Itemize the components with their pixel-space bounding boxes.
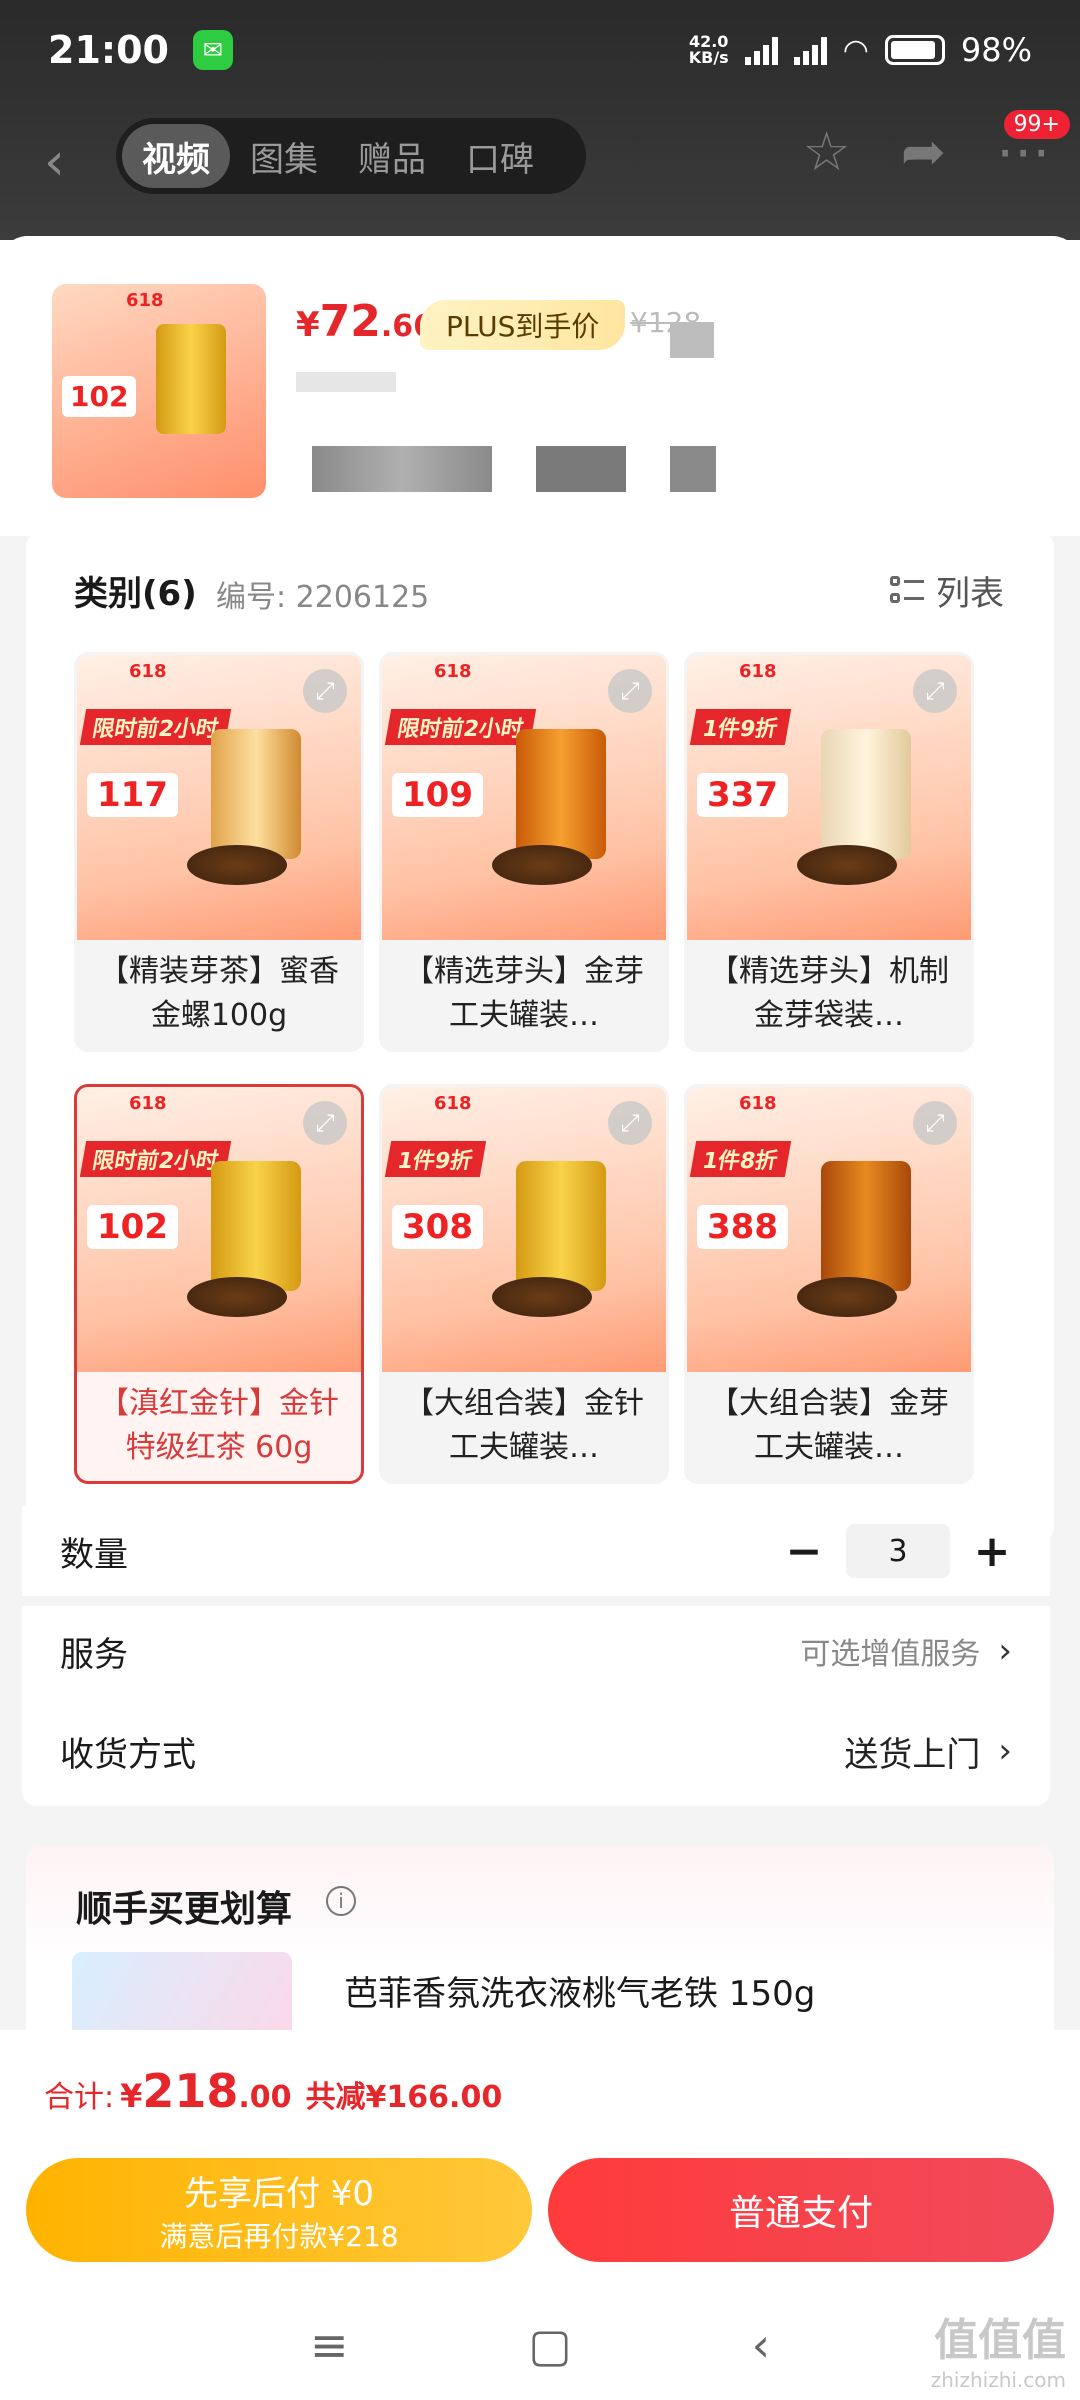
zoom-icon[interactable]: ⤢ bbox=[608, 669, 652, 713]
wifi-icon: ◠ bbox=[842, 32, 869, 68]
redacted-block bbox=[670, 446, 716, 492]
promo-618-tag: 618 bbox=[126, 290, 164, 311]
quantity-input[interactable]: 3 bbox=[846, 1524, 950, 1578]
tab-reviews[interactable]: 口碑 bbox=[446, 124, 554, 188]
system-nav-bar: ≡ ▢ ‹ bbox=[0, 2290, 1080, 2400]
variant-name: 【大组合装】金针工夫罐装… bbox=[404, 1386, 644, 1465]
favorite-star-icon[interactable]: ☆ bbox=[802, 120, 850, 183]
product-can-image bbox=[211, 729, 301, 859]
list-view-toggle[interactable]: 列表 bbox=[890, 566, 1004, 615]
signal-icon bbox=[744, 35, 778, 65]
redacted-block bbox=[536, 446, 626, 492]
share-icon[interactable]: ➦ bbox=[901, 120, 946, 183]
delivery-label: 收货方式 bbox=[60, 1734, 196, 1775]
order-total: 合计: ¥218.00 共减¥166.00 bbox=[44, 2064, 503, 2118]
variant-card[interactable]: 618 1件9折 337 ⤢ 【精选芽头】机制金芽袋装… bbox=[684, 652, 974, 1052]
variant-name: 【精装芽茶】蜜香金螺100g bbox=[99, 954, 339, 1033]
variant-name: 【大组合装】金芽工夫罐装… bbox=[709, 1386, 949, 1465]
redacted-line bbox=[296, 372, 396, 392]
product-header: 618 102 ¥72.66 PLUS到手价 ¥128 bbox=[0, 236, 1080, 536]
addon-product-name[interactable]: 芭菲香氛洗衣液桃气老铁 150g bbox=[344, 1966, 815, 2015]
tab-gifts[interactable]: 赠品 bbox=[338, 124, 446, 188]
discount-total: 共减¥166.00 bbox=[305, 2080, 503, 2115]
zoom-icon[interactable]: ⤢ bbox=[303, 669, 347, 713]
signal-icon-2 bbox=[793, 35, 827, 65]
variant-card[interactable]: 618 1件9折 308 ⤢ 【大组合装】金针工夫罐装… bbox=[379, 1084, 669, 1484]
product-price: ¥72.66 bbox=[296, 296, 435, 347]
decrease-button[interactable]: − bbox=[784, 1526, 824, 1577]
variant-card-selected[interactable]: 618 限时前2小时 102 ⤢ 【滇红金针】金针特级红茶 60g bbox=[74, 1084, 364, 1484]
quantity-label: 数量 bbox=[60, 1534, 128, 1575]
product-can-image bbox=[516, 1161, 606, 1291]
zoom-icon[interactable]: ⤢ bbox=[608, 1101, 652, 1145]
addon-title: 顺手买更划算 bbox=[76, 1889, 293, 1930]
redacted-block bbox=[312, 446, 492, 492]
variant-name: 【精选芽头】机制金芽袋装… bbox=[709, 954, 949, 1033]
info-icon[interactable]: i bbox=[326, 1886, 356, 1916]
category-section: 类别(6) 编号: 2206125 列表 618 限时前2小时 117 ⤢ 【精… bbox=[26, 532, 1054, 1542]
zoom-icon[interactable]: ⤢ bbox=[303, 1101, 347, 1145]
redacted-block bbox=[670, 322, 714, 358]
zoom-icon[interactable]: ⤢ bbox=[913, 669, 957, 713]
watermark: 值值值 zhizhizhi.com bbox=[930, 2315, 1066, 2392]
status-bar: 21:00 ✉ 42.0 KB/s ◠ 98% bbox=[0, 0, 1080, 100]
addon-section: 顺手买更划算 i 芭菲香氛洗衣液桃气老铁 150g bbox=[26, 1846, 1054, 2046]
delivery-value: 送货上门 bbox=[844, 1734, 981, 1775]
chevron-right-icon: › bbox=[998, 1631, 1012, 1671]
thumb-price: 102 bbox=[62, 376, 137, 417]
product-thumbnail[interactable]: 618 102 bbox=[52, 284, 266, 498]
sku-selection-sheet: 618 102 ¥72.66 PLUS到手价 ¥128 类别(6) 编号: 22… bbox=[0, 236, 1080, 2046]
product-can-image bbox=[516, 729, 606, 859]
home-icon[interactable]: ▢ bbox=[528, 2318, 571, 2372]
plus-price-badge: PLUS到手价 bbox=[420, 300, 626, 350]
battery-level: 98% bbox=[960, 31, 1032, 69]
tab-video[interactable]: 视频 bbox=[122, 124, 230, 188]
quantity-stepper: − 3 + bbox=[784, 1524, 1012, 1578]
variant-card[interactable]: 618 限时前2小时 109 ⤢ 【精选芽头】金芽工夫罐装… bbox=[379, 652, 669, 1052]
battery-icon bbox=[884, 35, 945, 65]
back-icon[interactable]: ‹ bbox=[752, 2318, 770, 2372]
product-box-image bbox=[821, 729, 911, 859]
status-time: 21:00 bbox=[48, 28, 169, 72]
variant-card[interactable]: 618 限时前2小时 117 ⤢ 【精装芽茶】蜜香金螺100g bbox=[74, 652, 364, 1052]
network-speed: 42.0 KB/s bbox=[688, 32, 729, 67]
service-row[interactable]: 服务 可选增值服务 › bbox=[22, 1606, 1050, 1696]
category-title: 类别(6) bbox=[74, 574, 197, 614]
media-tabs: 视频 图集 赠品 口碑 bbox=[116, 118, 586, 194]
list-icon bbox=[890, 575, 924, 606]
tab-gallery[interactable]: 图集 bbox=[230, 124, 338, 188]
chevron-right-icon: › bbox=[998, 1731, 1012, 1771]
service-value: 可选增值服务 bbox=[800, 1637, 981, 1672]
tea-can-image bbox=[156, 324, 226, 434]
product-can-image bbox=[211, 1161, 301, 1291]
pay-later-button[interactable]: 先享后付 ¥0 满意后再付款¥218 bbox=[26, 2158, 532, 2262]
variant-grid: 618 限时前2小时 117 ⤢ 【精装芽茶】蜜香金螺100g 618 限时前2… bbox=[74, 652, 1004, 1484]
variant-name: 【滇红金针】金针特级红茶 60g bbox=[99, 1386, 339, 1465]
menu-icon[interactable]: ≡ bbox=[310, 2318, 349, 2372]
product-can-image bbox=[821, 1161, 911, 1291]
zoom-icon[interactable]: ⤢ bbox=[913, 1101, 957, 1145]
variant-card[interactable]: 618 1件8折 388 ⤢ 【大组合装】金芽工夫罐装… bbox=[684, 1084, 974, 1484]
product-nav-bar: ‹ 视频 图集 赠品 口碑 ☆ ➦ ⋯ 99+ bbox=[0, 110, 1080, 200]
back-arrow-icon[interactable]: ‹ bbox=[44, 132, 65, 192]
increase-button[interactable]: + bbox=[972, 1526, 1012, 1577]
quantity-row: 数量 − 3 + bbox=[22, 1506, 1050, 1596]
message-badge: 99+ bbox=[1003, 110, 1070, 139]
service-label: 服务 bbox=[60, 1634, 128, 1675]
product-code: 编号: 2206125 bbox=[216, 580, 430, 615]
variant-name: 【精选芽头】金芽工夫罐装… bbox=[404, 954, 644, 1033]
wechat-notification-icon: ✉ bbox=[192, 30, 233, 70]
delivery-row[interactable]: 收货方式 送货上门 › bbox=[22, 1696, 1050, 1806]
normal-pay-button[interactable]: 普通支付 bbox=[548, 2158, 1054, 2262]
